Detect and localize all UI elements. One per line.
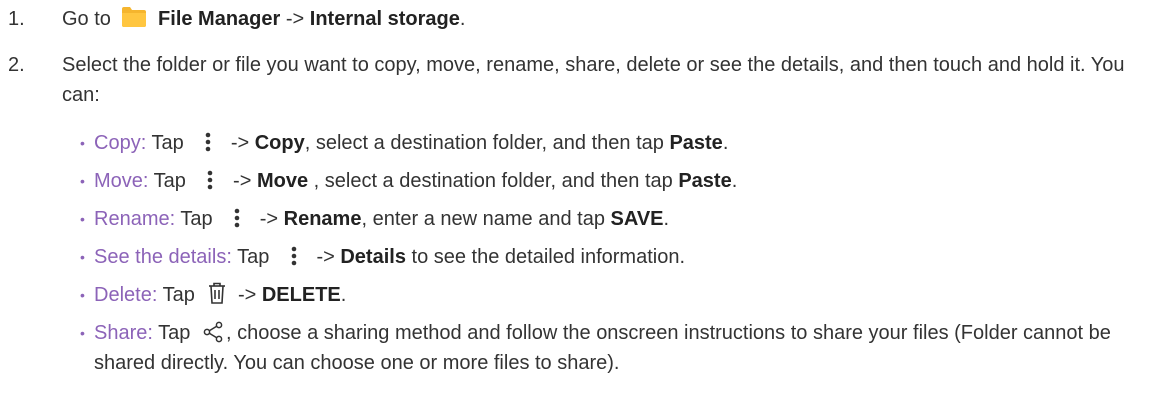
tap-text: Tap	[180, 208, 213, 230]
option-label: See the details:	[94, 246, 232, 268]
action-name-2: SAVE	[610, 208, 664, 230]
bullet-dot: •	[80, 173, 85, 189]
tap-text: Tap	[153, 170, 186, 192]
target-location: Internal storage	[309, 8, 460, 30]
option-label: Share:	[94, 322, 153, 344]
tap-text: Tap	[158, 322, 191, 344]
more-vertical-icon	[205, 132, 211, 152]
action-name: Details	[340, 246, 406, 268]
option-label: Copy:	[94, 132, 147, 154]
action-name: Copy	[254, 132, 305, 154]
list-item-delete: • Delete: Tap -> DELETE.	[80, 280, 1152, 310]
bullet-dot: •	[80, 135, 85, 151]
step-text: Select the folder or file you want to co…	[62, 54, 1125, 106]
folder-icon	[122, 7, 147, 27]
help-document: 1. Go to File Manager -> Internal storag…	[0, 0, 1160, 395]
period: .	[663, 208, 670, 230]
tap-text: Tap	[151, 132, 184, 154]
tap-text: Tap	[162, 284, 195, 306]
list-item-rename: • Rename: Tap -> Rename, enter a new nam…	[80, 204, 1152, 234]
period: .	[722, 132, 729, 154]
bullet-dot: •	[80, 211, 85, 227]
list-item-copy: • Copy: Tap -> Copy, select a destinatio…	[80, 128, 1152, 158]
step-number: 1.	[8, 8, 25, 30]
action-name-2: Paste	[669, 132, 723, 154]
trash-icon	[209, 282, 226, 304]
option-label: Rename:	[94, 208, 176, 230]
action-name: Rename	[283, 208, 362, 230]
step-text: Go to File Manager -> Internal storage.	[62, 4, 1152, 34]
description: to see the detailed information.	[411, 246, 686, 268]
options-list: • Copy: Tap -> Copy, select a destinatio…	[80, 128, 1152, 386]
list-item-move: • Move: Tap -> Move , select a destinati…	[80, 166, 1152, 196]
list-item-details: • See the details: Tap -> Details to see…	[80, 242, 1152, 272]
arrow: ->	[316, 246, 335, 268]
more-vertical-icon	[291, 246, 297, 266]
tap-text: Tap	[237, 246, 270, 268]
step-prefix: Go to	[62, 8, 111, 30]
step-number: 2.	[8, 54, 25, 76]
period: .	[340, 284, 347, 306]
description: , select a destination folder, and then …	[304, 132, 664, 154]
bullet-dot: •	[80, 287, 85, 303]
option-label: Delete:	[94, 284, 158, 306]
list-item-share: • Share: Tap , choose a sharing method a…	[80, 318, 1152, 378]
description: , enter a new name and tap	[361, 208, 605, 230]
arrow: ->	[230, 132, 250, 154]
app-name: File Manager	[158, 8, 281, 30]
bullet-dot: •	[80, 249, 85, 265]
action-name-2: Paste	[678, 170, 732, 192]
arrow: ->	[285, 8, 305, 30]
share-icon	[203, 321, 223, 343]
period: .	[459, 8, 466, 30]
period: .	[731, 170, 738, 192]
more-vertical-icon	[234, 208, 240, 228]
option-label: Move:	[94, 170, 149, 192]
description: , select a destination folder, and then …	[308, 170, 673, 192]
description: , choose a sharing method and follow the…	[94, 322, 1111, 374]
more-vertical-icon	[208, 170, 213, 190]
action-name: Move	[256, 170, 309, 192]
arrow: ->	[259, 208, 279, 230]
arrow: ->	[233, 170, 252, 192]
arrow: ->	[237, 284, 257, 306]
action-name: DELETE	[261, 284, 341, 306]
bullet-dot: •	[80, 325, 85, 341]
